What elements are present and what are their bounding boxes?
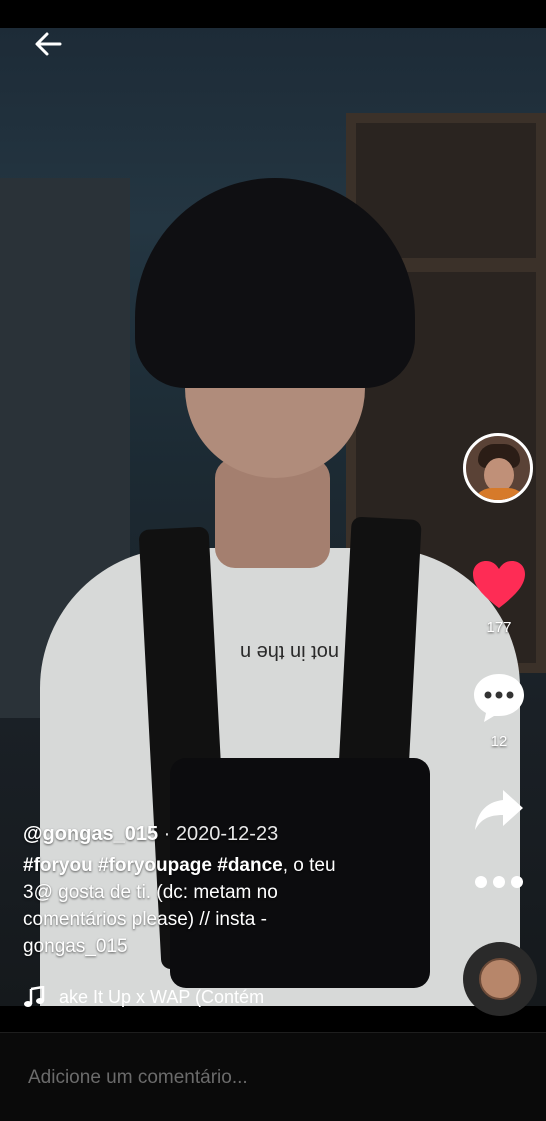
- caption-separator: ·: [158, 823, 176, 845]
- arrow-left-icon: [35, 32, 62, 56]
- video-caption: @gongas_015 · 2020-12-23 #foryou #foryou…: [23, 820, 363, 960]
- caption-meta: @gongas_015 · 2020-12-23: [23, 820, 363, 848]
- like-count: 177: [486, 619, 512, 636]
- share-arrow-icon: [475, 790, 523, 830]
- creator-avatar[interactable]: [463, 433, 533, 503]
- caption-hashtags[interactable]: #foryou #foryoupage #dance: [23, 855, 283, 876]
- like-button[interactable]: 177: [459, 560, 539, 636]
- post-date: 2020-12-23: [175, 823, 279, 845]
- creator-username[interactable]: @gongas_015: [23, 823, 158, 845]
- music-disc-cover: [479, 958, 521, 1000]
- status-bar: [0, 0, 546, 28]
- comment-count: 12: [490, 733, 508, 750]
- music-title: ake It Up x WAP (Contém: [59, 986, 265, 1007]
- comment-button[interactable]: 12: [459, 672, 539, 750]
- back-button[interactable]: [30, 26, 66, 62]
- music-note-icon: [24, 986, 45, 1007]
- music-disc[interactable]: [463, 942, 537, 1016]
- music-info[interactable]: ake It Up x WAP (Contém: [23, 986, 264, 1008]
- more-options-button[interactable]: [459, 872, 539, 897]
- more-dots-icon: [475, 876, 523, 888]
- share-button[interactable]: [459, 788, 539, 837]
- shirt-print: not in the n: [240, 641, 339, 663]
- comment-bubble-icon: [474, 674, 524, 722]
- comment-input-placeholder[interactable]: Adicione um comentário...: [28, 1067, 248, 1089]
- caption-description: #foryou #foryoupage #dance, o teu 3@ gos…: [23, 852, 363, 960]
- comment-input-bar[interactable]: Adicione um comentário...: [0, 1032, 546, 1121]
- heart-icon: [473, 561, 525, 608]
